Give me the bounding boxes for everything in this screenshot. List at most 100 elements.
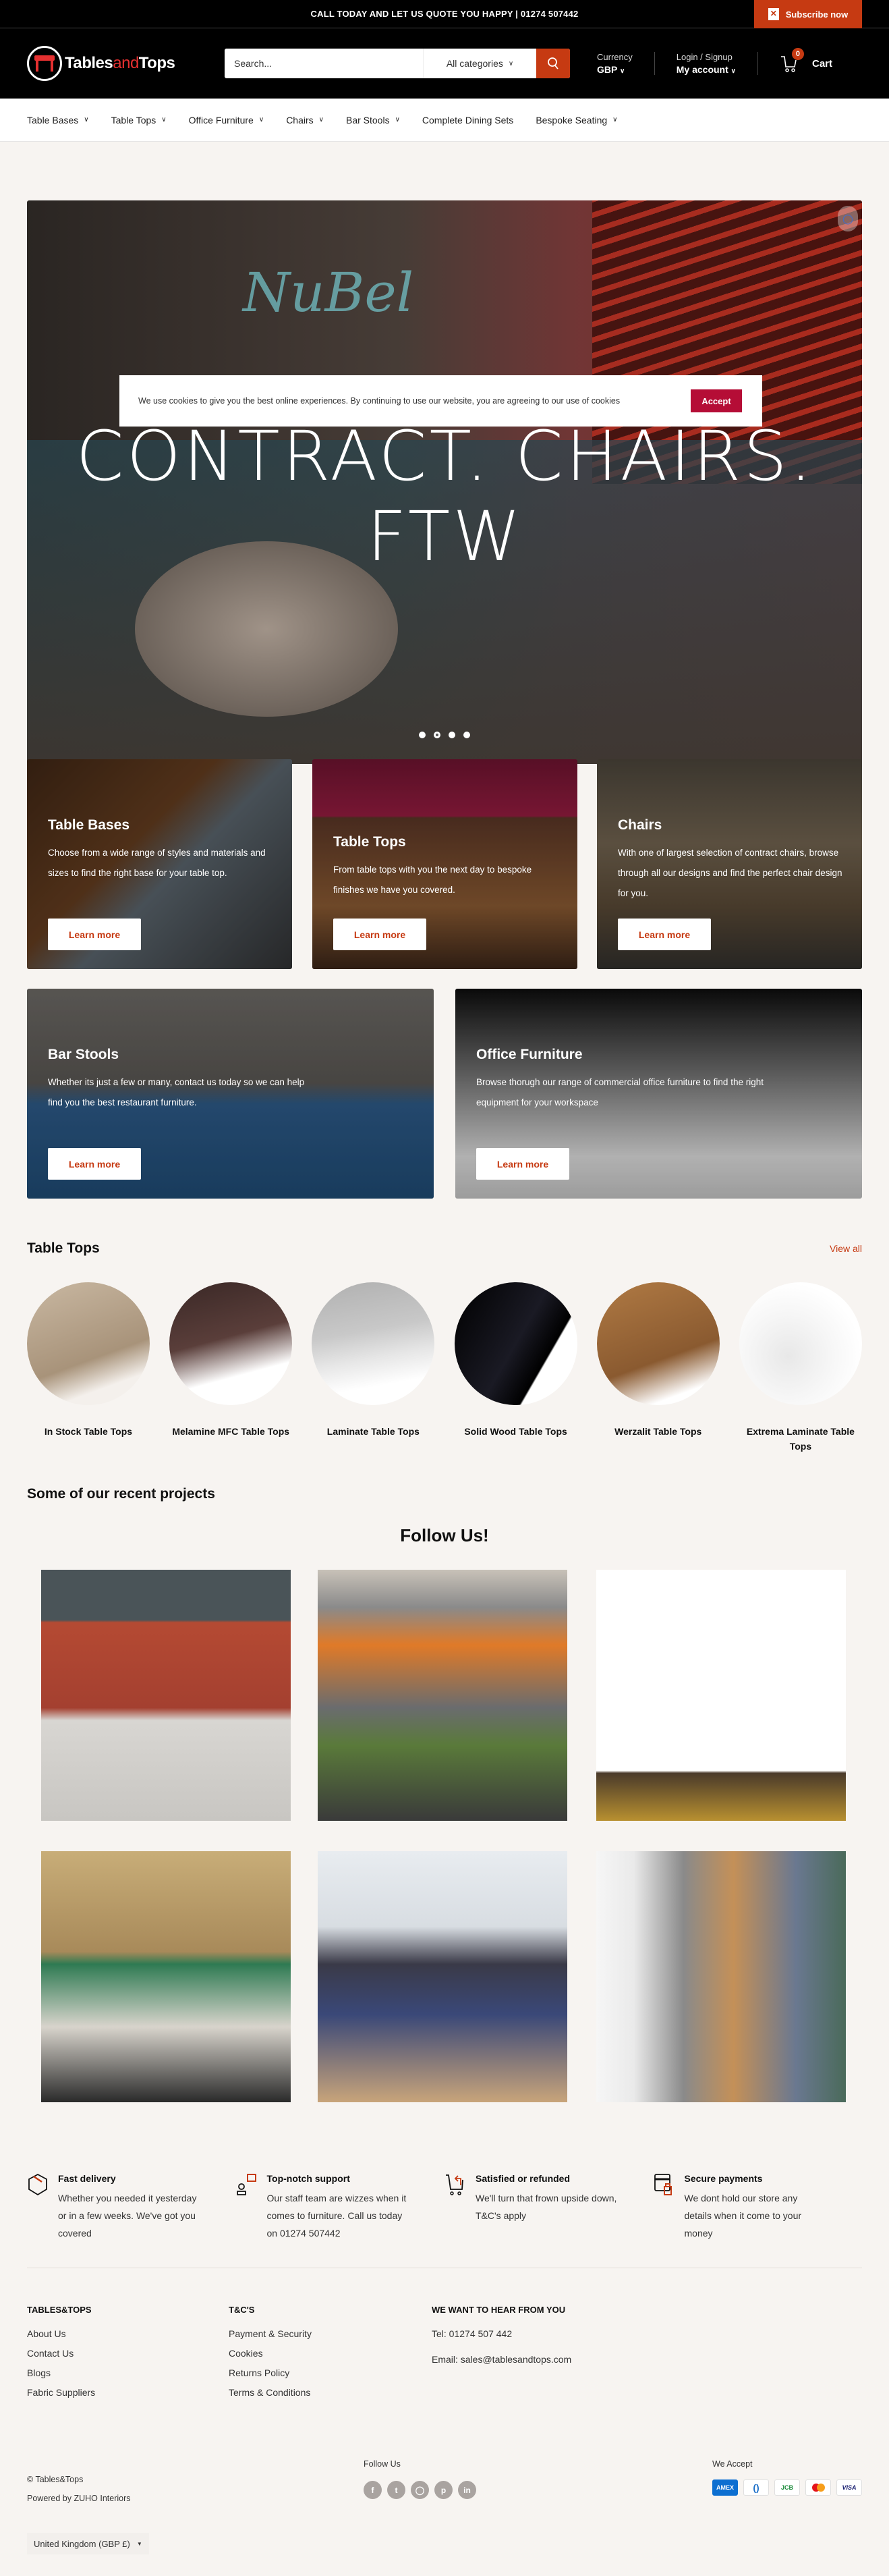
- linkedin-icon[interactable]: in: [458, 2481, 476, 2499]
- view-all-link[interactable]: View all: [830, 1243, 862, 1254]
- card-title: Bar Stools: [48, 1047, 119, 1062]
- logo[interactable]: TablesandTops: [27, 46, 225, 81]
- feature-description: Whether you needed it yesterday or in a …: [58, 2193, 197, 2239]
- twitter-icon[interactable]: t: [387, 2481, 405, 2499]
- learn-more-button[interactable]: Learn more: [48, 1148, 141, 1180]
- cart-button[interactable]: 0 Cart: [780, 48, 832, 74]
- account-menu[interactable]: Login / Signup My account ∨: [677, 52, 757, 75]
- chevron-down-icon: ∨: [508, 59, 514, 67]
- slider-dot[interactable]: [449, 732, 455, 738]
- instagram-post[interactable]: [41, 1851, 291, 2102]
- table-top-label: Werzalit Table Tops: [614, 1426, 702, 1437]
- cart-icon: 0: [780, 48, 804, 74]
- diners-icon: (): [743, 2479, 769, 2496]
- follow-us-heading: Follow Us!: [400, 1525, 489, 1545]
- nav-item-complete-dining-sets[interactable]: Complete Dining Sets: [422, 115, 513, 126]
- footer-social: Follow Us f t ◯ p in: [364, 2459, 476, 2499]
- search-icon: [548, 57, 558, 70]
- collection-card-chairs[interactable]: Chairs With one of largest selection of …: [597, 759, 862, 969]
- learn-more-button[interactable]: Learn more: [48, 919, 141, 950]
- instagram-icon[interactable]: ◯: [411, 2481, 429, 2499]
- chevron-down-icon: ∨: [161, 116, 167, 124]
- feature-refund: Satisfied or refunded We'll turn that fr…: [444, 2173, 654, 2242]
- table-top-item[interactable]: Laminate Table Tops: [312, 1282, 435, 1454]
- footer-link-contact-us[interactable]: Contact Us: [27, 2348, 95, 2359]
- footer-link-returns-policy[interactable]: Returns Policy: [229, 2367, 312, 2378]
- category-select[interactable]: All categories ∨: [423, 49, 536, 78]
- instagram-post[interactable]: [596, 1570, 846, 1821]
- table-top-item[interactable]: Werzalit Table Tops: [596, 1282, 720, 1454]
- image-zoom-icon[interactable]: ◯: [838, 206, 858, 231]
- instagram-post[interactable]: [41, 1570, 291, 1821]
- instagram-post[interactable]: [596, 1851, 846, 2102]
- cookie-banner: We use cookies to give you the best onli…: [119, 375, 762, 427]
- nav-item-table-bases[interactable]: Table Bases ∨: [27, 115, 89, 126]
- subscribe-button[interactable]: Subscribe now: [754, 0, 862, 28]
- nav-item-bespoke-seating[interactable]: Bespoke Seating ∨: [536, 115, 617, 126]
- footer-link-fabric-suppliers[interactable]: Fabric Suppliers: [27, 2387, 95, 2398]
- table-top-image: [596, 1282, 720, 1405]
- feature-support: Top-notch support Our staff team are wiz…: [236, 2173, 445, 2242]
- hero-slideshow[interactable]: NuBel CONTRACT. CHAIRS. FTW ◯: [27, 200, 862, 764]
- chevron-down-icon: ∨: [84, 116, 89, 124]
- chevron-down-icon: ∨: [395, 116, 400, 124]
- nav-item-table-tops[interactable]: Table Tops ∨: [111, 115, 167, 126]
- footer-link-cookies[interactable]: Cookies: [229, 2348, 312, 2359]
- card-title: Table Tops: [333, 834, 406, 850]
- country-selector[interactable]: United Kingdom (GBP £) ▼: [27, 2533, 149, 2554]
- powered-by-text: Powered by ZUHO Interiors: [27, 2494, 131, 2503]
- footer-column-terms: T&C'S Payment & Security Cookies Returns…: [229, 2305, 312, 2407]
- slider-dot[interactable]: [419, 732, 426, 738]
- login-signup-label: Login / Signup: [676, 52, 733, 62]
- footer-link-about-us[interactable]: About Us: [27, 2328, 95, 2339]
- card-description: From table tops with you the next day to…: [333, 865, 532, 895]
- table-top-item[interactable]: Melamine MFC Table Tops: [169, 1282, 293, 1454]
- collection-card-office-furniture[interactable]: Office Furniture Browse thorugh our rang…: [455, 989, 862, 1199]
- facebook-icon[interactable]: f: [364, 2481, 382, 2499]
- table-top-item[interactable]: In Stock Table Tops: [27, 1282, 150, 1454]
- collection-card-table-bases[interactable]: Table Bases Choose from a wide range of …: [27, 759, 292, 969]
- feature-description: We dont hold our store any details when …: [684, 2193, 802, 2239]
- cart-label: Cart: [811, 57, 832, 70]
- collection-card-table-tops[interactable]: Table Tops From table tops with you the …: [312, 759, 577, 969]
- footer-link-terms-conditions[interactable]: Terms & Conditions: [229, 2387, 312, 2398]
- footer-link-payment-security[interactable]: Payment & Security: [229, 2328, 312, 2339]
- hero-title: CONTRACT. CHAIRS. FTW: [76, 416, 815, 577]
- learn-more-button[interactable]: Learn more: [476, 1148, 569, 1180]
- box-icon: [28, 2173, 47, 2196]
- table-top-image: [454, 1282, 577, 1405]
- currency-selector[interactable]: Currency GBP ∨: [597, 52, 654, 75]
- nav-item-chairs[interactable]: Chairs ∨: [286, 115, 324, 126]
- search-input[interactable]: [225, 49, 423, 78]
- footer-link-blogs[interactable]: Blogs: [27, 2367, 95, 2378]
- table-top-item[interactable]: Solid Wood Table Tops: [454, 1282, 577, 1454]
- nav-item-bar-stools[interactable]: Bar Stools ∨: [346, 115, 400, 126]
- currency-value: GBP: [597, 64, 618, 75]
- footer-telephone[interactable]: Tel: 01274 507 442: [432, 2328, 571, 2339]
- collection-card-bar-stools[interactable]: Bar Stools Whether its just a few or man…: [27, 989, 434, 1199]
- card-title: Chairs: [618, 817, 662, 833]
- footer-email[interactable]: Email: sales@tablesandtops.com: [432, 2354, 571, 2365]
- card-description: With one of largest selection of contrac…: [618, 848, 842, 898]
- footer-heading: WE WANT TO HEAR FROM YOU: [432, 2305, 566, 2315]
- feature-secure-payments: Secure payments We dont hold our store a…: [654, 2173, 863, 2242]
- features-row: Fast delivery Whether you needed it yest…: [27, 2173, 862, 2242]
- slider-dot-active[interactable]: [434, 732, 440, 738]
- feature-description: We'll turn that frown upside down, T&C's…: [476, 2193, 617, 2221]
- pinterest-icon[interactable]: p: [434, 2481, 453, 2499]
- feature-description: Our staff team are wizzes when it comes …: [266, 2193, 407, 2239]
- instagram-post[interactable]: [318, 1851, 567, 2102]
- cart-count-badge: 0: [791, 48, 804, 60]
- cookie-text: We use cookies to give you the best onli…: [138, 396, 621, 406]
- nav-item-office-furniture[interactable]: Office Furniture ∨: [189, 115, 264, 126]
- learn-more-button[interactable]: Learn more: [618, 919, 711, 950]
- learn-more-button[interactable]: Learn more: [333, 919, 426, 950]
- table-top-item[interactable]: Extrema Laminate Table Tops: [739, 1282, 862, 1454]
- search-button[interactable]: [536, 49, 570, 78]
- country-label: United Kingdom (GBP £): [34, 2538, 130, 2549]
- table-top-image: [27, 1282, 150, 1405]
- instagram-post[interactable]: [318, 1570, 567, 1821]
- slider-dot[interactable]: [463, 732, 470, 738]
- accept-cookies-button[interactable]: Accept: [691, 389, 742, 412]
- support-icon: [236, 2174, 256, 2195]
